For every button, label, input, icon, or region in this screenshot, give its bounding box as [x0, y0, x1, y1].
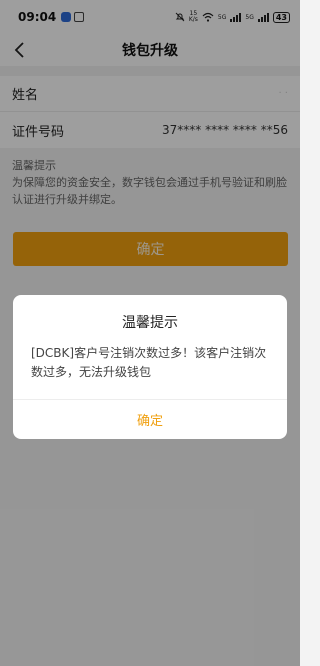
- dialog-confirm-button[interactable]: 确定: [13, 400, 287, 439]
- dialog-title: 温馨提示: [122, 315, 178, 331]
- dialog-message: [DCBK]客户号注销次数过多！该客户注销次数过多，无法升级钱包: [31, 346, 267, 379]
- alert-dialog: 温馨提示 [DCBK]客户号注销次数过多！该客户注销次数过多，无法升级钱包 确定: [13, 295, 287, 439]
